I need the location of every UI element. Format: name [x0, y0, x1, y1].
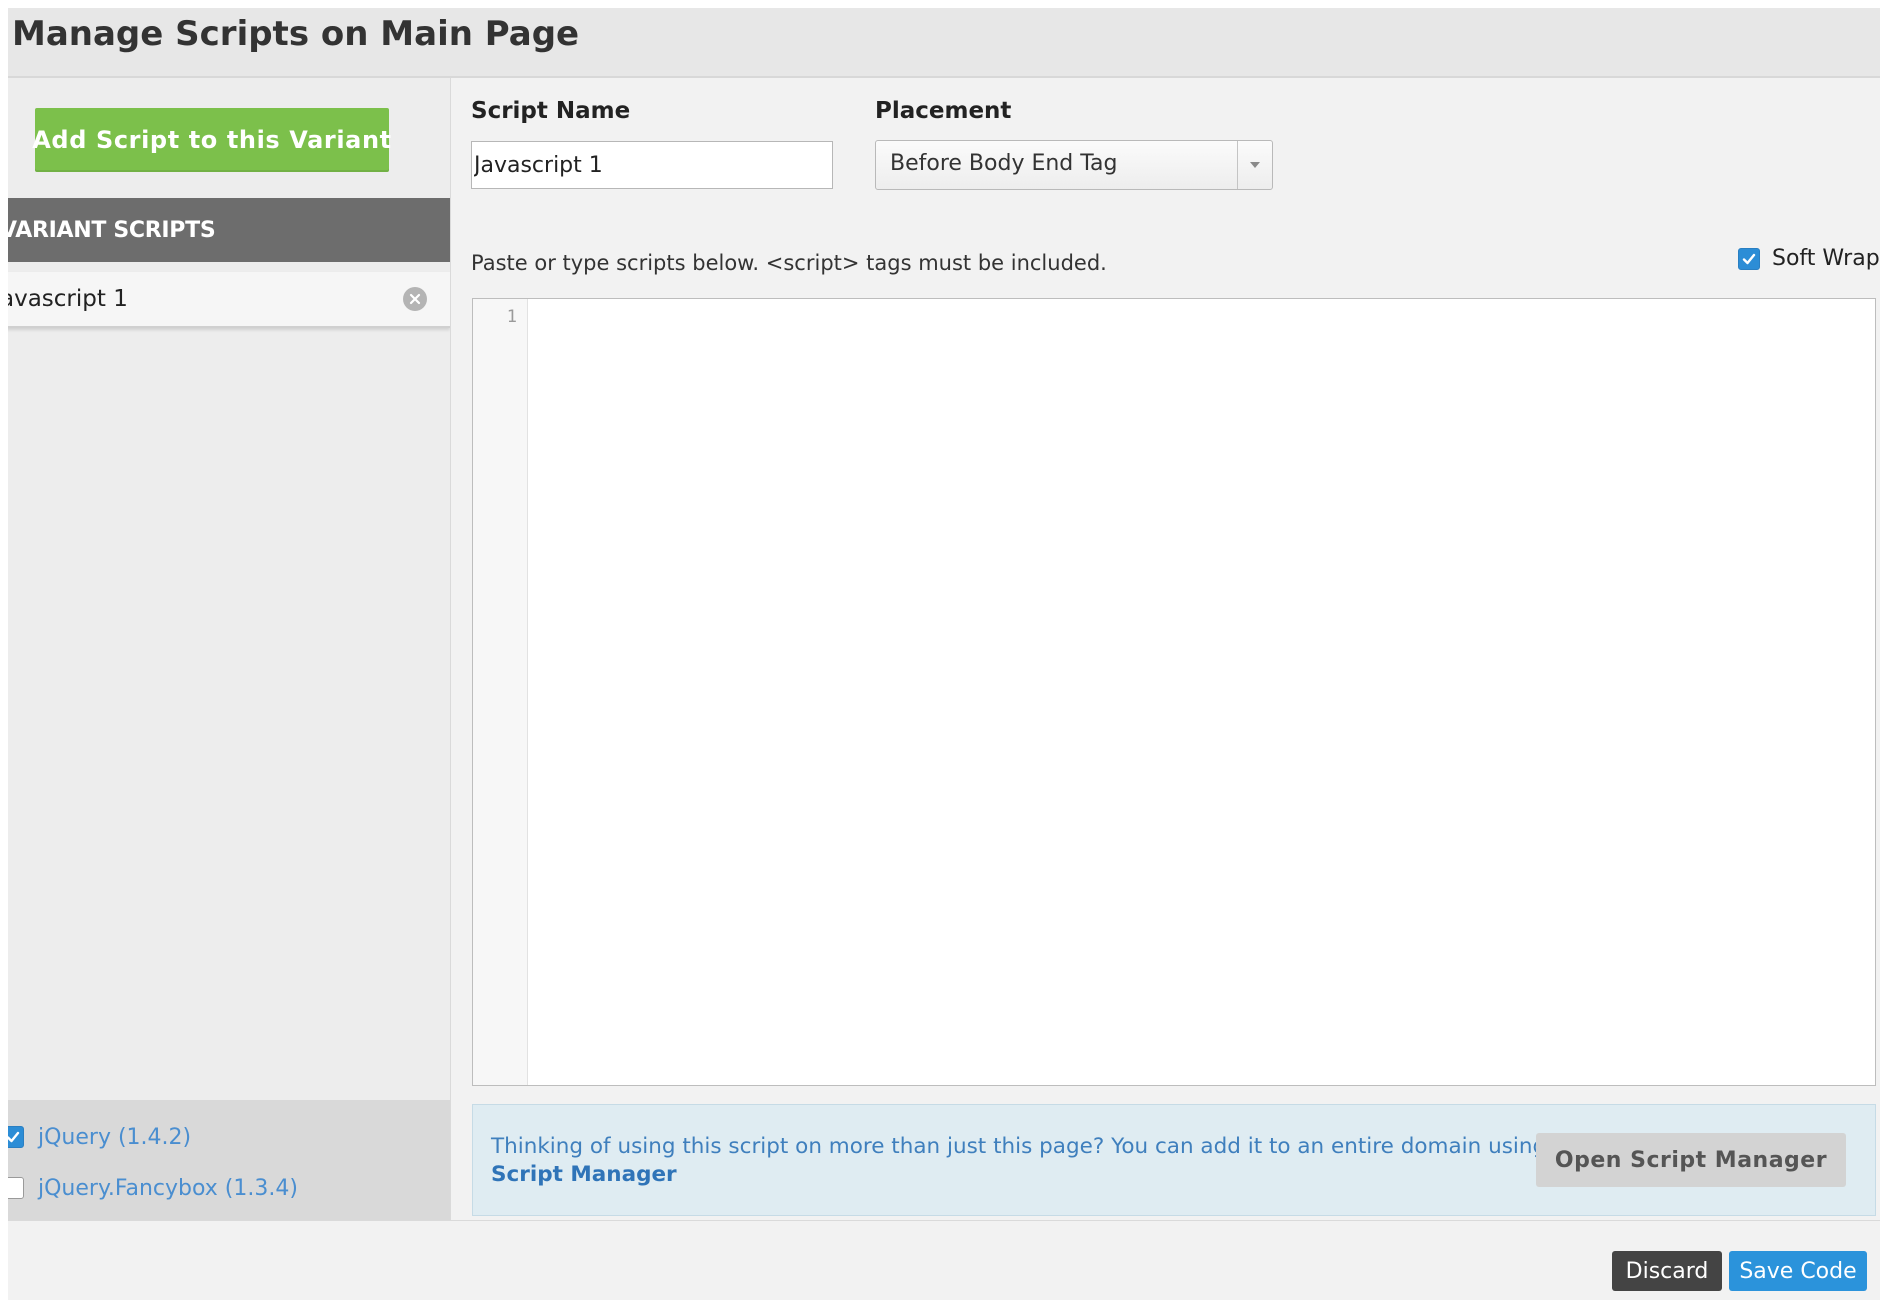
editor-gutter: 1: [473, 299, 528, 1085]
script-manager-info: Thinking of using this script on more th…: [472, 1104, 1876, 1216]
dropdown-toggle[interactable]: [1237, 141, 1272, 189]
info-text: Thinking of using this script on more th…: [491, 1134, 1547, 1159]
editor-hint: Paste or type scripts below. <script> ta…: [471, 251, 1107, 275]
soft-wrap-toggle[interactable]: Soft Wrap: [1738, 246, 1880, 271]
library-checkbox-fancybox[interactable]: [8, 1177, 24, 1199]
library-checkbox-jquery[interactable]: [8, 1126, 24, 1148]
script-list-item-label: avascript 1: [8, 286, 128, 312]
placement-select[interactable]: Before Body End Tag: [875, 140, 1273, 190]
script-editor-panel: Script Name Placement Before Body End Ta…: [451, 78, 1880, 1220]
library-label-fancybox[interactable]: jQuery.Fancybox (1.3.4): [38, 1176, 298, 1201]
line-number: 1: [506, 307, 517, 327]
soft-wrap-checkbox[interactable]: [1738, 247, 1760, 270]
checkmark-icon: [8, 1131, 20, 1143]
soft-wrap-label[interactable]: Soft Wrap: [1772, 246, 1880, 271]
variant-scripts-header: VARIANT SCRIPTS: [8, 198, 450, 262]
open-script-manager-button[interactable]: Open Script Manager: [1536, 1133, 1846, 1187]
variant-scripts-header-label: VARIANT SCRIPTS: [8, 217, 216, 243]
info-message: Thinking of using this script on more th…: [491, 1133, 1547, 1189]
dialog-footer: Discard Save Code: [8, 1220, 1880, 1300]
library-label-jquery[interactable]: jQuery (1.4.2): [38, 1125, 191, 1150]
library-list: jQuery (1.4.2) jQuery.Fancybox (1.3.4): [8, 1100, 450, 1220]
library-item-fancybox[interactable]: jQuery.Fancybox (1.3.4): [8, 1173, 298, 1203]
checkmark-icon: [1742, 253, 1756, 264]
code-editor[interactable]: 1: [472, 298, 1876, 1086]
placement-select-value: Before Body End Tag: [890, 151, 1118, 176]
save-code-button[interactable]: Save Code: [1729, 1251, 1867, 1291]
manage-scripts-dialog: Manage Scripts on Main Page Add Script t…: [8, 8, 1880, 1300]
script-manager-link[interactable]: Script Manager: [491, 1161, 1531, 1189]
dialog-title: Manage Scripts on Main Page: [12, 14, 580, 54]
placement-label: Placement: [875, 98, 1012, 124]
library-item-jquery[interactable]: jQuery (1.4.2): [8, 1122, 191, 1152]
script-name-input[interactable]: [471, 141, 833, 189]
triangle-down-icon: [1250, 162, 1260, 168]
dialog-titlebar: Manage Scripts on Main Page: [8, 8, 1880, 78]
sidebar: Add Script to this Variant VARIANT SCRIP…: [8, 78, 451, 1220]
remove-circle-x-icon[interactable]: [403, 287, 427, 311]
add-script-button[interactable]: Add Script to this Variant: [32, 108, 391, 172]
script-list-item[interactable]: avascript 1: [8, 272, 450, 328]
script-name-label: Script Name: [471, 98, 631, 124]
discard-button[interactable]: Discard: [1612, 1251, 1722, 1291]
